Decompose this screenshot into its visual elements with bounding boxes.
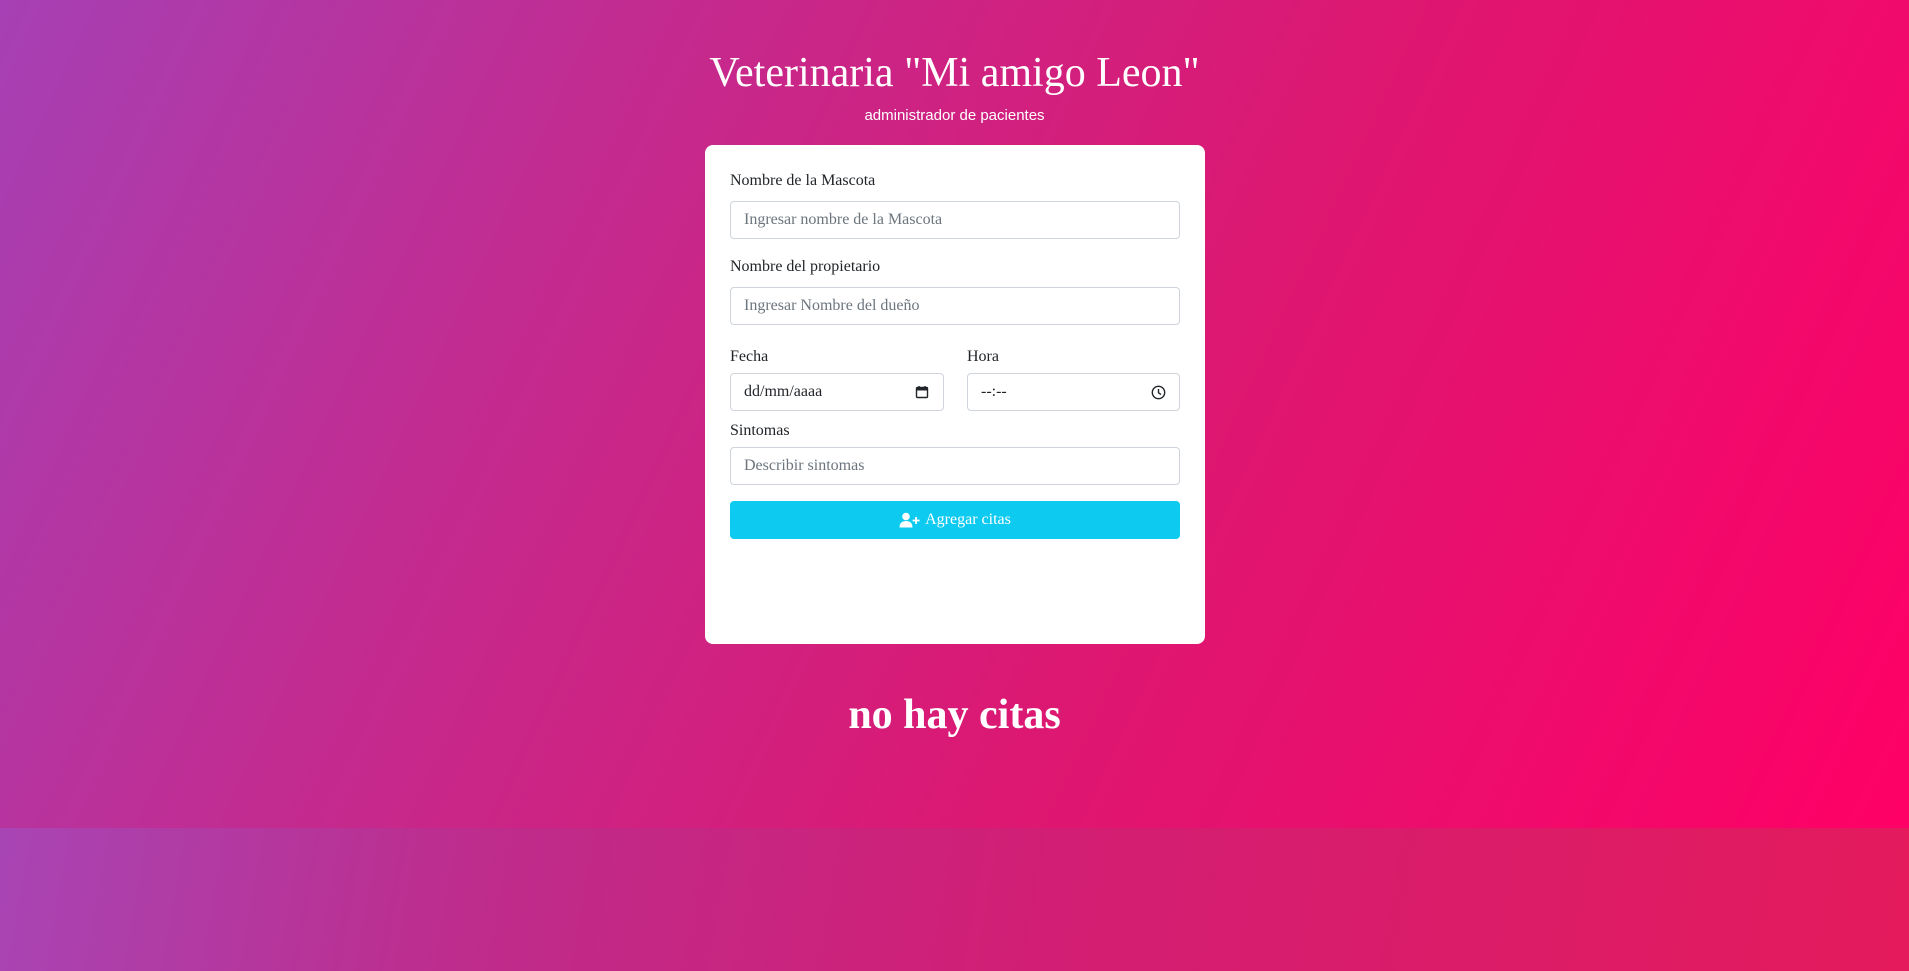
owner-name-input[interactable] [744,297,1166,315]
page-subtitle: administrador de pacientes [864,107,1045,124]
symptoms-input[interactable] [744,457,1166,475]
time-input[interactable]: --:-- [967,373,1180,411]
date-input[interactable]: dd/mm/aaaa [730,373,944,411]
appointment-form: Nombre de la Mascota Nombre del propieta… [705,145,1205,644]
symptoms-field[interactable] [730,447,1180,485]
pet-name-field[interactable] [730,201,1180,239]
pet-name-label: Nombre de la Mascota [730,172,876,189]
pet-name-input[interactable] [744,211,1166,229]
time-display: --:-- [981,383,1007,400]
user-plus-icon [899,512,921,528]
app-background: Veterinaria "Mi amigo Leon" administrado… [0,0,1909,828]
owner-name-field[interactable] [730,287,1180,325]
date-label: Fecha [730,348,769,365]
add-appointment-button[interactable]: Agregar citas [730,501,1180,539]
symptoms-label: Sintomas [730,422,790,439]
footer-band [0,828,1909,971]
date-display: dd/mm/aaaa [744,383,823,400]
clock-icon[interactable] [1150,384,1166,400]
add-appointment-label: Agregar citas [925,511,1011,528]
time-label: Hora [967,348,999,365]
calendar-icon[interactable] [914,384,930,400]
owner-name-label: Nombre del propietario [730,258,881,275]
empty-appointments-message: no hay citas [848,692,1061,738]
page-title: Veterinaria "Mi amigo Leon" [709,50,1200,96]
